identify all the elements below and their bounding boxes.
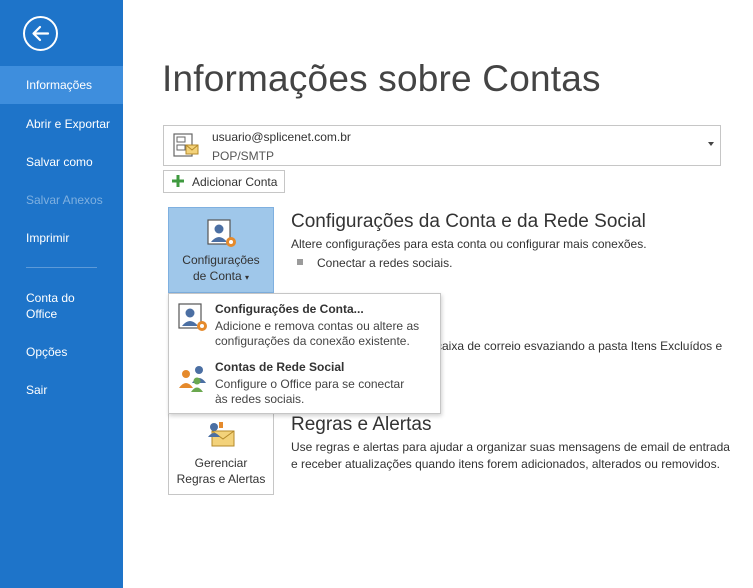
plus-icon	[172, 175, 184, 187]
back-arrow-icon[interactable]	[23, 16, 58, 51]
page-title: Informações sobre Contas	[162, 58, 601, 99]
menu-item-social-accounts[interactable]: Contas de Rede Social Configure o Office…	[169, 352, 440, 410]
account-selector[interactable]: usuario@splicenet.com.br POP/SMTP	[163, 125, 721, 166]
connect-social-link[interactable]: Conectar a redes sociais.	[317, 256, 452, 270]
mail-account-icon	[172, 131, 200, 159]
nav-salvar-como[interactable]: Salvar como	[0, 154, 123, 170]
account-settings-icon	[178, 303, 207, 331]
nav-conta-do-office[interactable]: Conta do Office	[0, 290, 100, 322]
sidebar-divider	[26, 267, 97, 268]
menu-item-title: Contas de Rede Social	[215, 360, 345, 374]
rules-alerts-icon	[208, 422, 235, 447]
account-settings-title: Configurações da Conta e da Rede Social	[291, 211, 646, 232]
nav-informacoes[interactable]: Informações	[0, 66, 123, 104]
menu-item-description: Configure o Office para se conectar às r…	[215, 377, 405, 406]
nav-abrir-exportar[interactable]: Abrir e Exportar	[0, 116, 123, 132]
chevron-down-icon[interactable]	[708, 142, 714, 146]
manage-rules-label-1: Gerenciar	[194, 456, 248, 470]
account-settings-label-1: Configurações	[182, 253, 260, 267]
nav-salvar-anexos: Salvar Anexos	[26, 193, 103, 207]
menu-item-title: Configurações de Conta...	[215, 302, 364, 316]
account-settings-dropdown: Configurações de Conta... Adicione e rem…	[168, 293, 441, 414]
nav-imprimir[interactable]: Imprimir	[0, 230, 123, 246]
account-settings-description: Altere configurações para esta conta ou …	[291, 237, 647, 251]
menu-item-description: Adicione e remova contas ou altere as co…	[215, 319, 420, 348]
add-account-label: Adicionar Conta	[192, 175, 278, 189]
bullet-icon	[297, 259, 303, 265]
account-settings-icon	[207, 219, 236, 247]
cleanup-description: caixa de correio esvaziando a pasta Iten…	[436, 339, 723, 353]
rules-description: Use regras e alertas para ajudar a organ…	[291, 440, 730, 471]
menu-item-account-settings[interactable]: Configurações de Conta... Adicione e rem…	[169, 294, 440, 352]
account-settings-label-2: de Conta ▾	[192, 269, 250, 283]
add-account-button[interactable]: Adicionar Conta	[163, 170, 285, 193]
manage-rules-button[interactable]: Gerenciar Regras e Alertas	[168, 410, 274, 495]
nav-opcoes[interactable]: Opções	[0, 344, 123, 360]
account-email: usuario@splicenet.com.br	[212, 130, 351, 144]
social-network-icon	[179, 366, 206, 392]
manage-rules-label-2: Regras e Alertas	[176, 472, 266, 486]
nav-sair[interactable]: Sair	[0, 382, 123, 398]
caret-down-icon: ▾	[245, 273, 250, 282]
rules-title: Regras e Alertas	[291, 414, 432, 435]
account-settings-button[interactable]: Configurações de Conta ▾	[168, 207, 274, 293]
backstage-sidebar: Informações Abrir e Exportar Salvar como…	[0, 0, 123, 588]
account-type: POP/SMTP	[212, 149, 275, 163]
